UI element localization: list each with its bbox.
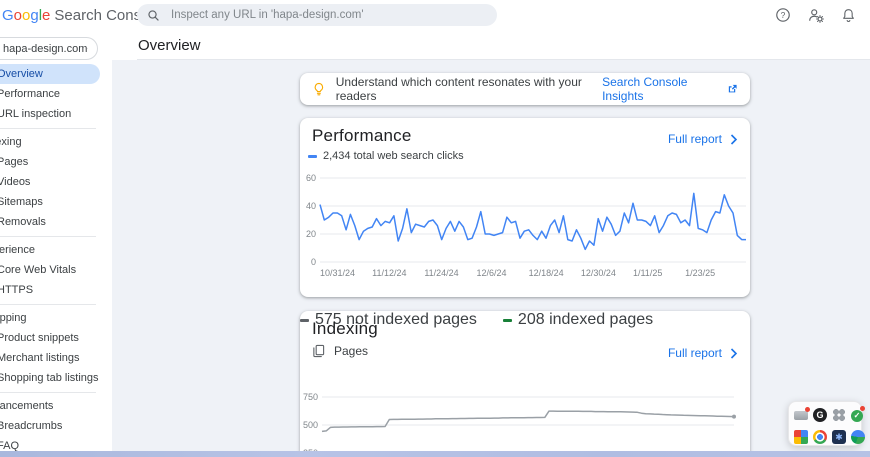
- svg-text:750: 750: [303, 392, 318, 402]
- performance-line-chart[interactable]: 0 20 40 60 10/31/24 11/12/24 11/24/24 12/6/24 12…: [300, 172, 748, 284]
- sidebar-section-experience: Experience: [0, 244, 36, 256]
- user-settings-button[interactable]: [807, 7, 825, 23]
- title-divider: [137, 59, 870, 60]
- g-logo-extension-icon[interactable]: [813, 408, 827, 422]
- svg-text:0: 0: [311, 257, 316, 267]
- svg-text:40: 40: [306, 201, 316, 211]
- search-icon: [148, 9, 159, 21]
- sidebar-item-performance[interactable]: Performance: [0, 84, 112, 104]
- clover-extension-icon[interactable]: [832, 408, 846, 422]
- sidebar-item-sitemaps[interactable]: Sitemaps: [0, 192, 112, 212]
- performance-legend: 2,434 total web search clicks: [308, 150, 464, 162]
- bell-icon: [843, 9, 854, 22]
- chevron-right-icon: [730, 133, 738, 145]
- property-selector[interactable]: hapa-design.com: [0, 37, 98, 60]
- svg-text:12/6/24: 12/6/24: [476, 268, 506, 278]
- sidebar-item-shopping-tab-listings[interactable]: Shopping tab listings: [0, 368, 112, 388]
- svg-text:1/11/25: 1/11/25: [633, 268, 662, 278]
- sidebar: hapa-design.com Overview Performance URL i…: [0, 30, 112, 457]
- sidebar-item-url-inspection[interactable]: URL inspection: [0, 104, 112, 124]
- sidebar-nav: OverviewPerformanceURL inspection Indexin…: [0, 64, 112, 456]
- globe-app-icon[interactable]: [851, 429, 865, 444]
- gear-app-icon[interactable]: [832, 429, 846, 444]
- sidebar-section-indexing: Indexing: [0, 136, 22, 148]
- performance-card-title: Performance: [312, 126, 412, 145]
- header-icons: ?: [775, 0, 856, 30]
- sidebar-item-merchant-listings[interactable]: Merchant listings: [0, 348, 112, 368]
- notifications-button[interactable]: [841, 7, 856, 23]
- indexed-legend: 208 indexed pages: [502, 311, 653, 329]
- sidebar-divider: [0, 128, 96, 129]
- sidebar-divider: [0, 392, 96, 393]
- page-title: Overview: [138, 37, 201, 54]
- sidebar-item-videos[interactable]: Videos: [0, 172, 112, 192]
- not-indexed-legend-dash: [300, 318, 309, 322]
- help-button[interactable]: ?: [775, 7, 791, 23]
- help-icon: ?: [776, 8, 790, 22]
- system-tray-overflow: [788, 401, 865, 446]
- google-logo-wordmark: Google: [2, 6, 51, 24]
- chevron-down-icon: [87, 48, 88, 49]
- color-grid-extension-icon[interactable]: [794, 429, 808, 444]
- chrome-icon[interactable]: [813, 429, 827, 444]
- pages-copy-icon: [313, 344, 325, 358]
- indexed-legend-dash: [502, 318, 512, 322]
- insights-banner: Understand which content resonates with …: [300, 73, 750, 105]
- sidebar-item-https[interactable]: HTTPS: [0, 280, 112, 300]
- search-console-insights-link[interactable]: Search Console Insights: [602, 75, 738, 103]
- indexing-pages-row: Pages: [312, 344, 368, 358]
- sidebar-item-pages[interactable]: Pages: [0, 152, 112, 172]
- svg-text:11/12/24: 11/12/24: [372, 268, 406, 278]
- update-check-icon[interactable]: [851, 406, 865, 422]
- svg-text:12/18/24: 12/18/24: [529, 268, 564, 278]
- svg-text:1/23/25: 1/23/25: [685, 268, 715, 278]
- performance-card: Performance Full report 2,434 total web …: [300, 118, 750, 297]
- svg-text:20: 20: [306, 229, 316, 239]
- sidebar-item-breadcrumbs[interactable]: Breadcrumbs: [0, 416, 112, 436]
- clicks-legend-dash: [308, 154, 317, 158]
- google-search-console-app: Google Search Console ?: [0, 0, 870, 457]
- app-header: Google Search Console ?: [0, 0, 870, 30]
- svg-text:12/30/24: 12/30/24: [581, 268, 616, 278]
- external-link-icon: [728, 84, 737, 93]
- sidebar-item-core-web-vitals[interactable]: Core Web Vitals: [0, 260, 112, 280]
- svg-text:?: ?: [781, 10, 786, 20]
- indexing-card-title: Indexing: [312, 319, 378, 338]
- indexing-line-chart[interactable]: 250500750: [300, 392, 748, 457]
- svg-text:11/24/24: 11/24/24: [424, 268, 458, 278]
- indexing-card: Indexing Pages Full report 575 not index…: [300, 311, 750, 457]
- sidebar-divider: [0, 236, 96, 237]
- sidebar-item-removals[interactable]: Removals: [0, 212, 112, 232]
- performance-full-report-link[interactable]: Full report: [668, 132, 738, 146]
- sidebar-section-shopping: Shopping: [0, 312, 27, 324]
- sidebar-item-product-snippets[interactable]: Product snippets: [0, 328, 112, 348]
- taskbar-top-edge: [0, 451, 870, 457]
- svg-text:500: 500: [303, 420, 318, 430]
- sidebar-divider: [0, 304, 96, 305]
- svg-text:60: 60: [306, 173, 316, 183]
- banner-text: Understand which content resonates with …: [335, 75, 582, 103]
- svg-text:10/31/24: 10/31/24: [320, 268, 355, 278]
- property-selector-value: hapa-design.com: [3, 42, 88, 55]
- lightbulb-icon: [314, 82, 324, 96]
- truck-extension-icon[interactable]: [794, 407, 810, 420]
- sidebar-section-enhancements: Enhancements: [0, 400, 54, 412]
- sidebar-item-overview[interactable]: Overview: [0, 64, 100, 84]
- chevron-right-icon: [730, 347, 738, 359]
- user-settings-icon: [809, 9, 824, 23]
- indexing-full-report-link[interactable]: Full report: [668, 346, 738, 360]
- search-input[interactable]: [169, 8, 487, 22]
- url-inspection-searchbar[interactable]: [137, 4, 497, 26]
